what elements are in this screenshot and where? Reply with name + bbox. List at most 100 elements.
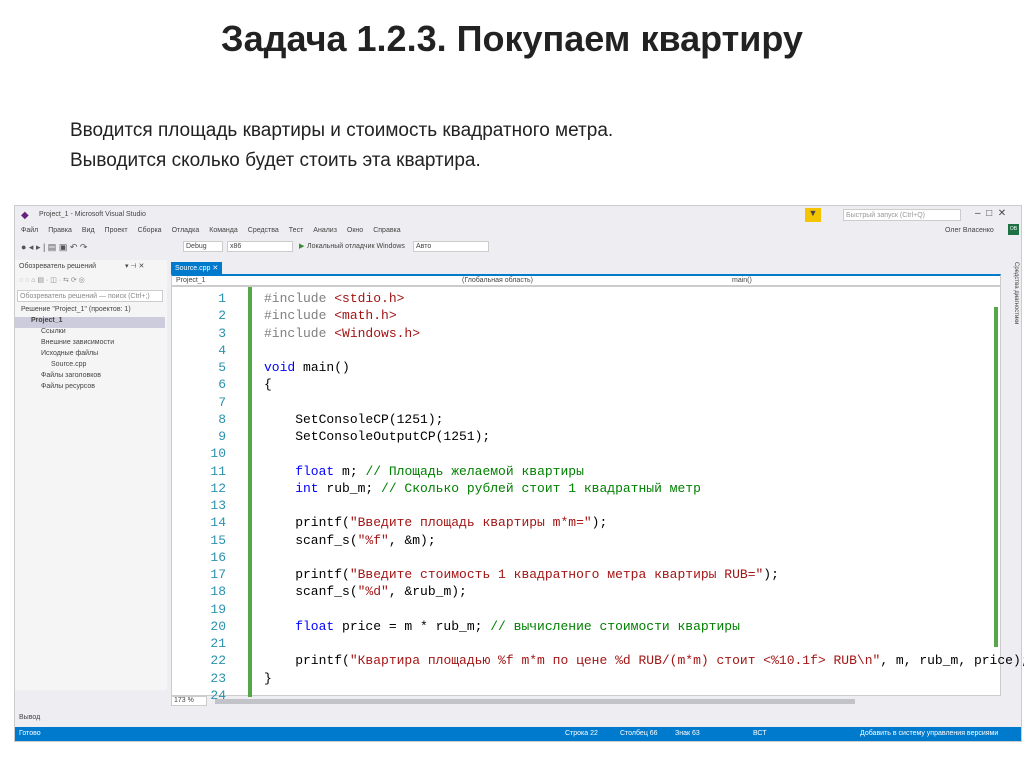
tree-item[interactable]: Project_1 bbox=[15, 317, 165, 328]
code-token: main() bbox=[295, 360, 350, 376]
tree-item[interactable]: Решение "Project_1" (проектов: 1) bbox=[15, 306, 165, 317]
line-number: 5 bbox=[218, 360, 226, 376]
line-number: 12 bbox=[210, 480, 226, 496]
diagnostics-side-tab[interactable]: Средства диагностики bbox=[1005, 262, 1019, 342]
slide-text-2: Выводится сколько будет стоить эта кварт… bbox=[70, 150, 481, 171]
tab-source-cpp[interactable]: Source.cpp ✕ bbox=[171, 262, 223, 274]
tree-item[interactable]: Ссылки bbox=[15, 328, 165, 339]
code-line: SetConsoleCP(1251); bbox=[264, 412, 443, 427]
menu-item[interactable]: Анализ bbox=[313, 227, 337, 234]
menu-item[interactable]: Тест bbox=[289, 227, 303, 234]
tree-item[interactable]: Файлы ресурсов bbox=[15, 383, 165, 394]
code-token: "%d" bbox=[357, 584, 389, 600]
tree-item[interactable]: Файлы заголовков bbox=[15, 372, 165, 383]
platform-select[interactable]: x86 bbox=[227, 241, 293, 252]
menu-item[interactable]: Проект bbox=[105, 227, 128, 234]
line-number: 10 bbox=[210, 446, 226, 462]
pane-controls[interactable]: ▾ ⊣ ✕ bbox=[125, 262, 144, 270]
line-number: 1 bbox=[218, 291, 226, 306]
solution-explorer: Обозреватель решений ▾ ⊣ ✕ ◌ ◌ ⌂ ▤ · ◫ ·… bbox=[15, 260, 167, 690]
nav-scope[interactable]: (Глобальная область) bbox=[462, 277, 533, 284]
quick-launch-input[interactable]: Быстрый запуск (Ctrl+Q) bbox=[843, 209, 961, 221]
menu-item[interactable]: Сборка bbox=[138, 227, 162, 234]
line-number: 6 bbox=[218, 377, 226, 393]
nav-project[interactable]: Project_1 bbox=[176, 277, 206, 284]
slide-text-1: Вводится площадь квартиры и стоимость кв… bbox=[70, 120, 614, 141]
code-token: "Квартира площадью %f m*m по цене %d RUB… bbox=[349, 653, 881, 669]
code-line: scanf_s("%f", &m); bbox=[264, 532, 436, 548]
code-token: scanf_s( bbox=[264, 532, 358, 548]
menu-item[interactable]: Отладка bbox=[172, 227, 200, 234]
code-line: #include <math.h> bbox=[264, 308, 397, 323]
output-tab[interactable]: Вывод bbox=[19, 714, 40, 721]
status-ready: Готово bbox=[19, 730, 41, 737]
line-number: 3 bbox=[218, 325, 226, 341]
user-name[interactable]: Олег Власенко bbox=[945, 227, 994, 234]
slide-title: Задача 1.2.3. Покупаем квартиру bbox=[221, 18, 803, 59]
code-token: printf( bbox=[264, 515, 350, 531]
code-token: SetConsoleCP(1251); bbox=[264, 411, 444, 427]
zoom-select[interactable]: 173 % bbox=[171, 696, 207, 706]
code-token: , &m); bbox=[388, 532, 436, 548]
code-token: void bbox=[264, 360, 296, 376]
filter-icon[interactable]: ▼ bbox=[805, 208, 821, 222]
menu-item[interactable]: Файл bbox=[21, 227, 38, 234]
solution-toolbar[interactable]: ◌ ◌ ⌂ ▤ · ◫ · ⇆ ⟳ ◎ bbox=[19, 276, 85, 284]
line-number: 16 bbox=[210, 549, 226, 565]
source-control-button[interactable]: Добавить в систему управления версиями bbox=[860, 730, 998, 737]
code-line: float price = m * rub_m; // вычисление с… bbox=[264, 619, 740, 634]
vertical-scrollbar[interactable] bbox=[994, 307, 998, 647]
status-column: Столбец 66 bbox=[620, 730, 658, 737]
code-line: printf("Квартира площадью %f m*m по цене… bbox=[264, 653, 1024, 668]
code-token: price = m * rub_m; bbox=[334, 618, 491, 634]
code-token: <math.h> bbox=[334, 308, 397, 324]
window-controls[interactable]: – □ ✕ bbox=[975, 208, 1006, 219]
horizontal-scrollbar[interactable] bbox=[215, 699, 855, 704]
visual-studio-window: ◆ Project_1 - Microsoft Visual Studio ▼ … bbox=[14, 205, 1024, 742]
line-number: 15 bbox=[210, 532, 226, 548]
menu-item[interactable]: Окно bbox=[347, 227, 363, 234]
menu-item[interactable]: Вид bbox=[82, 227, 95, 234]
code-token: #include bbox=[264, 325, 335, 341]
code-token: ); bbox=[591, 515, 608, 531]
line-number: 19 bbox=[210, 601, 226, 617]
code-token: // вычисление стоимости квартиры bbox=[490, 618, 740, 634]
code-token: printf( bbox=[264, 567, 350, 583]
code-line: int rub_m; // Сколько рублей стоит 1 ква… bbox=[264, 481, 701, 496]
solution-search-input[interactable]: Обозреватель решений — поиск (Ctrl+;) bbox=[17, 290, 163, 302]
code-line: #include <Windows.h> bbox=[264, 326, 420, 341]
navigation-bar: Project_1 (Глобальная область) main() bbox=[171, 274, 1001, 286]
config-select[interactable]: Debug bbox=[183, 241, 223, 252]
code-token: SetConsoleOutputCP(1251); bbox=[264, 429, 491, 445]
line-number: 8 bbox=[218, 411, 226, 427]
nav-member[interactable]: main() bbox=[732, 277, 752, 284]
line-number: 2 bbox=[218, 308, 226, 324]
window-title: Project_1 - Microsoft Visual Studio bbox=[39, 211, 146, 218]
code-token: m; bbox=[334, 463, 366, 479]
code-token: scanf_s( bbox=[264, 584, 358, 600]
code-line: } bbox=[264, 671, 272, 686]
menu-item[interactable]: Правка bbox=[48, 227, 72, 234]
avatar[interactable]: ОВ bbox=[1008, 224, 1019, 235]
code-editor[interactable]: 1 #include <stdio.h> 2 #include <math.h> 3 #i… bbox=[171, 286, 1024, 703]
tree-item[interactable]: Внешние зависимости bbox=[15, 339, 165, 350]
menu-item[interactable]: Средства bbox=[248, 227, 279, 234]
toolbar-icons[interactable]: ● ◂ ▸ | ▤ ▣ ↶ ↷ bbox=[21, 242, 87, 253]
code-token: int bbox=[264, 480, 319, 496]
code-line: scanf_s("%d", &rub_m); bbox=[264, 584, 467, 599]
tree-item[interactable]: Source.cpp bbox=[15, 361, 165, 372]
menu-item[interactable]: Команда bbox=[209, 227, 238, 234]
run-icon[interactable]: ▶ bbox=[299, 242, 304, 250]
code-line: SetConsoleOutputCP(1251); bbox=[264, 429, 490, 444]
run-mode-select[interactable]: Авто bbox=[413, 241, 489, 252]
status-bar: Готово Строка 22 Столбец 66 Знак 63 ВСТ … bbox=[15, 727, 1021, 741]
run-button[interactable]: Локальный отладчик Windows bbox=[307, 243, 405, 250]
change-margin bbox=[248, 287, 252, 697]
code-token: <Windows.h> bbox=[334, 325, 421, 341]
tree-item[interactable]: Исходные файлы bbox=[15, 350, 165, 361]
line-number: 17 bbox=[210, 567, 226, 583]
code-token: <stdio.h> bbox=[334, 291, 405, 306]
code-token: float bbox=[264, 618, 335, 634]
menu-item[interactable]: Справка bbox=[373, 227, 400, 234]
solution-explorer-title: Обозреватель решений bbox=[19, 263, 97, 270]
